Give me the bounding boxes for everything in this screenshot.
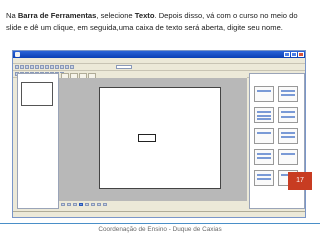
layout-option[interactable] — [254, 107, 274, 123]
instruction-text: Na Barra de Ferramentas, selecione Texto… — [6, 10, 314, 34]
window-titlebar — [13, 51, 305, 58]
instruction-part: , selecione — [96, 11, 135, 20]
status-bar — [13, 211, 305, 217]
layout-option[interactable] — [278, 128, 298, 144]
toolbar-button-icon[interactable] — [20, 65, 24, 69]
text-tool-icon[interactable] — [79, 202, 83, 206]
impress-screenshot — [12, 50, 306, 218]
toolbar-button-icon[interactable] — [15, 65, 19, 69]
slide-thumbnail[interactable] — [21, 82, 53, 106]
toolbar-button-icon[interactable] — [55, 65, 59, 69]
text-box[interactable] — [138, 134, 156, 142]
toolbar-button-icon[interactable] — [25, 65, 29, 69]
toolbar-button-icon[interactable] — [60, 65, 64, 69]
standard-toolbar — [13, 64, 305, 71]
window-controls — [284, 52, 304, 57]
layout-option[interactable] — [278, 86, 298, 102]
toolbar-button-icon[interactable] — [91, 202, 95, 206]
slides-panel — [17, 73, 59, 209]
toolbar-button-icon[interactable] — [50, 65, 54, 69]
text-term: Texto — [134, 11, 155, 20]
toolbar-button-icon[interactable] — [70, 65, 74, 69]
layout-option[interactable] — [254, 149, 274, 165]
toolbar-term: Barra de Ferramentas — [17, 11, 97, 20]
app-icon — [15, 52, 20, 57]
toolbar-button-icon[interactable] — [30, 65, 34, 69]
layout-option[interactable] — [254, 170, 274, 186]
view-tab[interactable] — [70, 73, 78, 78]
help-search-input[interactable] — [116, 65, 132, 69]
toolbar-button-icon[interactable] — [35, 65, 39, 69]
layout-option[interactable] — [278, 107, 298, 123]
view-tab[interactable] — [61, 73, 69, 78]
layout-option[interactable] — [254, 128, 274, 144]
footer-text: Coordenação de Ensino - Duque de Caxias — [98, 226, 222, 233]
view-tab[interactable] — [88, 73, 96, 78]
view-tab[interactable] — [79, 73, 87, 78]
toolbar-button-icon[interactable] — [65, 65, 69, 69]
minimize-icon[interactable] — [284, 52, 290, 57]
slide-number-badge: 17 — [288, 172, 312, 190]
slide-editor — [59, 73, 249, 207]
toolbar-button-icon[interactable] — [61, 202, 65, 206]
close-icon[interactable] — [298, 52, 304, 57]
toolbar-button-icon[interactable] — [45, 65, 49, 69]
toolbar-button-icon[interactable] — [73, 202, 77, 206]
toolbar-button-icon[interactable] — [85, 202, 89, 206]
toolbar-button-icon[interactable] — [97, 202, 101, 206]
view-tabs — [59, 73, 247, 78]
layout-option[interactable] — [254, 86, 274, 102]
slide-canvas[interactable] — [99, 87, 221, 189]
maximize-icon[interactable] — [291, 52, 297, 57]
layout-grid — [254, 86, 298, 186]
layout-option[interactable] — [278, 149, 298, 165]
toolbar-button-icon[interactable] — [103, 202, 107, 206]
footer-divider — [0, 223, 320, 224]
instruction-part: Na — [6, 11, 18, 20]
toolbar-button-icon[interactable] — [67, 202, 71, 206]
toolbar-button-icon[interactable] — [40, 65, 44, 69]
drawing-toolbar — [59, 201, 249, 207]
